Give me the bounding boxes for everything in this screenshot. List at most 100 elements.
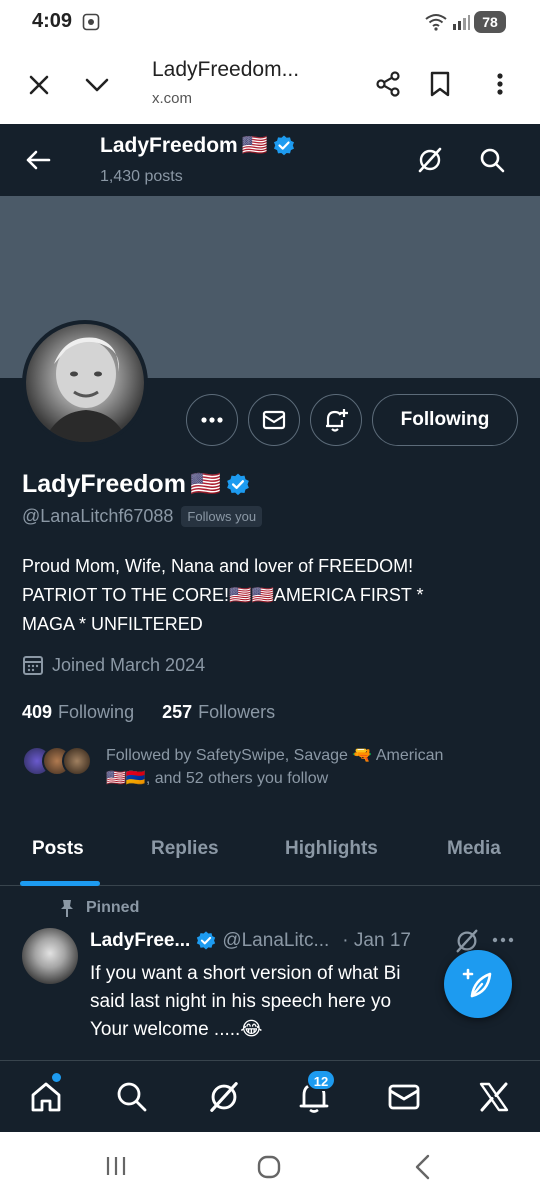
pinned-label: Pinned — [58, 898, 139, 918]
system-nav-bar — [0, 1132, 540, 1200]
mail-icon — [262, 410, 286, 430]
post-author-handle: @LanaLitc... — [222, 930, 330, 951]
mutual-avatar — [62, 746, 92, 776]
arrow-left-icon — [26, 150, 51, 170]
following-count: 409 — [22, 702, 53, 722]
follows-you-badge: Follows you — [181, 506, 263, 527]
signal-icon — [452, 14, 470, 35]
status-bar: 4:09 78 — [0, 0, 540, 46]
nav-grok[interactable] — [202, 1075, 246, 1119]
post-text-line: Your welcome .....😂 — [90, 1019, 263, 1040]
screen-record-icon — [82, 13, 100, 36]
bell-plus-icon — [326, 409, 348, 432]
message-button[interactable] — [248, 394, 300, 446]
home-system-button[interactable] — [256, 1154, 282, 1185]
home-icon — [31, 1082, 61, 1112]
browser-page-title: LadyFreedom... — [152, 58, 300, 81]
verified-badge-icon — [197, 931, 216, 950]
tab-media[interactable]: Media — [447, 838, 501, 860]
profile-name-text: LadyFreedom — [22, 470, 186, 498]
recent-apps-icon — [106, 1157, 126, 1175]
chevron-down-icon — [85, 78, 109, 92]
post-more-button[interactable] — [492, 930, 514, 955]
header-name-text: LadyFreedom — [100, 134, 238, 157]
browser-menu-button[interactable] — [482, 66, 518, 102]
browser-domain: x.com — [152, 90, 193, 107]
share-icon — [376, 71, 400, 97]
bottom-nav: 12 — [0, 1060, 540, 1132]
pinned-text: Pinned — [86, 899, 140, 916]
followers-count: 257 — [162, 702, 193, 722]
recent-apps-button[interactable] — [104, 1156, 128, 1181]
nav-messages[interactable] — [382, 1075, 426, 1119]
browser-toolbar: LadyFreedom... x.com — [0, 46, 540, 124]
search-icon — [117, 1082, 147, 1112]
tab-replies[interactable]: Replies — [151, 838, 219, 860]
more-vertical-icon — [497, 73, 503, 95]
header-profile-name: LadyFreedom 🇺🇸 — [100, 134, 296, 158]
profile-bio: Proud Mom, Wife, Nana and lover of FREED… — [22, 552, 522, 639]
profile-avatar[interactable] — [22, 320, 148, 446]
following-label: Following — [58, 702, 135, 722]
handle-row: @LanaLitchf67088 Follows you — [22, 506, 263, 527]
verified-badge-icon — [273, 135, 294, 156]
grok-button[interactable] — [412, 142, 448, 178]
post-author-avatar[interactable] — [22, 928, 78, 984]
x-logo-icon — [479, 1082, 509, 1112]
status-time: 4:09 — [32, 10, 73, 32]
more-horizontal-icon — [492, 937, 514, 943]
nav-search[interactable] — [110, 1075, 154, 1119]
tab-highlights[interactable]: Highlights — [285, 838, 378, 860]
mutual-followers-text: Followed by SafetySwipe, Savage 🔫 Americ… — [106, 744, 516, 790]
search-icon — [480, 148, 505, 173]
tab-posts[interactable]: Posts — [32, 838, 84, 860]
bio-line: Proud Mom, Wife, Nana and lover of FREED… — [22, 556, 414, 576]
joined-text: Joined March 2024 — [52, 654, 206, 675]
followers-count-link[interactable]: 257 Followers — [162, 702, 275, 723]
minimize-tab-button[interactable] — [80, 68, 114, 102]
mutual-avatars — [22, 746, 92, 778]
profile-handle: @LanaLitchf67088 — [22, 506, 174, 526]
calendar-icon — [23, 656, 43, 675]
close-tab-button[interactable] — [22, 68, 56, 102]
following-button[interactable]: Following — [372, 394, 518, 446]
followers-label: Followers — [198, 702, 276, 722]
share-button[interactable] — [370, 66, 406, 102]
following-count-link[interactable]: 409 Following — [22, 702, 134, 723]
post-date: · Jan 17 — [342, 930, 411, 951]
mutuals-line: Followed by SafetySwipe, Savage 🔫 Americ… — [106, 747, 444, 764]
home-unread-dot — [52, 1073, 61, 1082]
posts-count: 1,430 posts — [100, 168, 183, 185]
back-button[interactable] — [20, 142, 56, 178]
chevron-left-icon — [415, 1154, 430, 1180]
feather-plus-icon — [462, 968, 492, 998]
mutuals-line: 🇺🇸🇦🇲, and 52 others you follow — [106, 770, 329, 787]
verified-badge-icon[interactable] — [225, 472, 251, 498]
grok-icon — [210, 1082, 238, 1112]
notifications-badge: 12 — [306, 1069, 336, 1091]
mail-icon — [388, 1084, 420, 1110]
post-author-name[interactable]: LadyFree... — [90, 930, 190, 952]
notify-button[interactable] — [310, 394, 362, 446]
close-icon — [29, 75, 49, 95]
battery-indicator: 78 — [474, 11, 506, 33]
us-flag-emoji: 🇺🇸 — [189, 470, 222, 498]
bio-line: PATRIOT TO THE CORE!🇺🇸🇺🇸AMERICA FIRST * — [22, 585, 424, 605]
bookmark-icon — [430, 71, 450, 97]
pin-icon — [61, 900, 73, 917]
active-tab-indicator — [20, 881, 100, 886]
nav-x-premium[interactable] — [472, 1075, 516, 1119]
bookmark-button[interactable] — [422, 66, 458, 102]
bio-line: MAGA * UNFILTERED — [22, 614, 203, 634]
nav-home[interactable] — [24, 1075, 68, 1119]
back-system-button[interactable] — [412, 1154, 432, 1185]
avatar-photo — [44, 337, 128, 442]
more-options-button[interactable] — [186, 394, 238, 446]
search-button[interactable] — [474, 142, 510, 178]
home-circle-icon — [257, 1155, 281, 1179]
profile-name: LadyFreedom 🇺🇸 — [22, 470, 251, 499]
joined-date: Joined March 2024 — [22, 654, 205, 676]
wifi-icon — [424, 12, 448, 37]
follow-counts: 409 Following 257 Followers — [22, 702, 275, 723]
compose-post-button[interactable] — [444, 950, 512, 1018]
